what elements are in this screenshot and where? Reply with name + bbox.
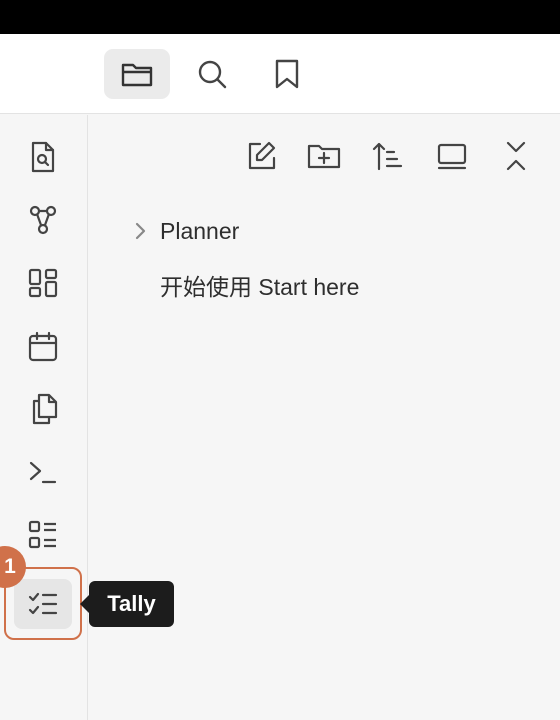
dashboard-icon [27,267,59,299]
tree-item-label: Planner [160,217,240,244]
ribbon-calendar[interactable] [14,321,72,371]
sort-button[interactable] [365,133,411,179]
bookmark-icon [274,58,300,90]
collapse-all-button[interactable] [493,133,539,179]
ribbon-copy-files[interactable] [14,384,72,434]
tree-item-start-here[interactable]: 开始使用 Start here [120,267,359,303]
tree-item-planner[interactable]: Planner [120,213,239,249]
new-note-icon [244,139,278,173]
ribbon-dashboard[interactable] [14,258,72,308]
graph-icon [27,204,59,236]
step-badge-text: 1 [4,555,16,578]
sort-icon [371,140,405,172]
ribbon-graph[interactable] [14,195,72,245]
chevron-right-icon[interactable] [120,221,160,241]
tooltip: Tally [80,581,174,627]
tab-bookmarks[interactable] [254,49,320,99]
tab-search[interactable] [179,49,245,99]
folder-icon [120,59,154,89]
collapse-all-icon [501,139,531,173]
ribbon-search-document[interactable] [14,132,72,182]
ribbon-list-checklist[interactable] [14,510,72,560]
new-folder-button[interactable] [301,133,347,179]
tab-files[interactable] [104,49,170,99]
search-document-icon [28,140,58,174]
window-top-strip [0,0,560,34]
list-checklist-icon [27,519,59,551]
collapse-view-button[interactable] [429,133,475,179]
new-note-button[interactable] [238,133,284,179]
tree-item-label: 开始使用 Start here [160,274,360,300]
copy-files-icon [27,392,59,426]
search-icon [196,58,228,90]
sidebar-tab-bar [0,34,560,114]
tooltip-text: Tally [107,591,156,616]
terminal-icon [27,458,59,486]
new-folder-icon [306,141,342,171]
collapse-view-icon [435,140,469,172]
ribbon-terminal[interactable] [14,447,72,497]
calendar-icon [27,330,59,362]
